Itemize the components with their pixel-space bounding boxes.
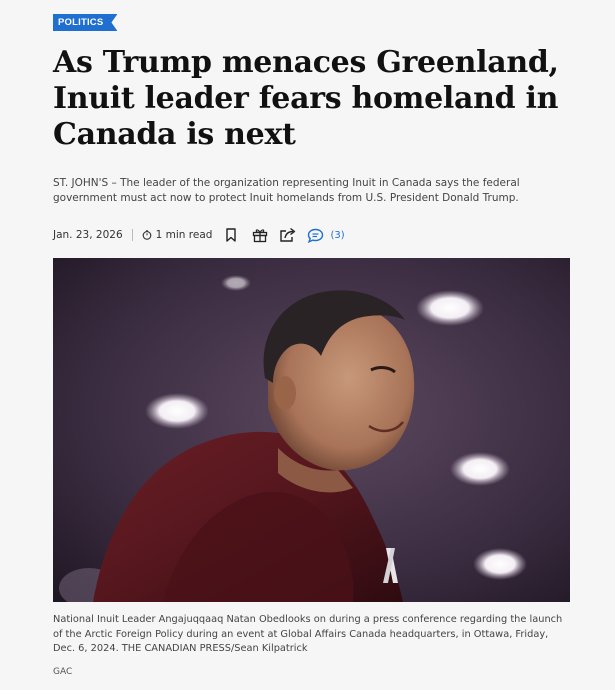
comment-bubble-icon — [308, 228, 324, 243]
section-badge-politics[interactable]: POLITICS — [53, 14, 117, 31]
read-time: 1 min read — [155, 229, 213, 241]
article-meta-bar: Jan. 23, 2026 1 min read (3) — [53, 226, 345, 244]
comments-button[interactable]: (3) — [307, 228, 345, 243]
gift-article-button[interactable] — [251, 226, 269, 244]
article-dek: ST. JOHN'S – The leader of the organizat… — [53, 177, 520, 204]
lead-photo — [53, 258, 570, 602]
share-button[interactable] — [279, 226, 297, 244]
share-icon — [280, 227, 296, 242]
meta-divider — [131, 229, 133, 241]
article-headline: As Trump menaces Greenland, Inuit leader… — [53, 45, 559, 152]
clock-icon — [142, 230, 151, 240]
bookmark-icon — [226, 228, 237, 242]
lead-photo-image — [53, 258, 570, 602]
photo-caption: National Inuit Leader Angajuqqaaq Natan … — [53, 614, 563, 654]
publish-date: Jan. 23, 2026 — [53, 229, 123, 241]
bookmark-button[interactable] — [222, 226, 240, 244]
comment-count: (3) — [330, 229, 345, 241]
gift-icon — [253, 229, 268, 243]
photo-credit: GAC — [53, 667, 73, 677]
